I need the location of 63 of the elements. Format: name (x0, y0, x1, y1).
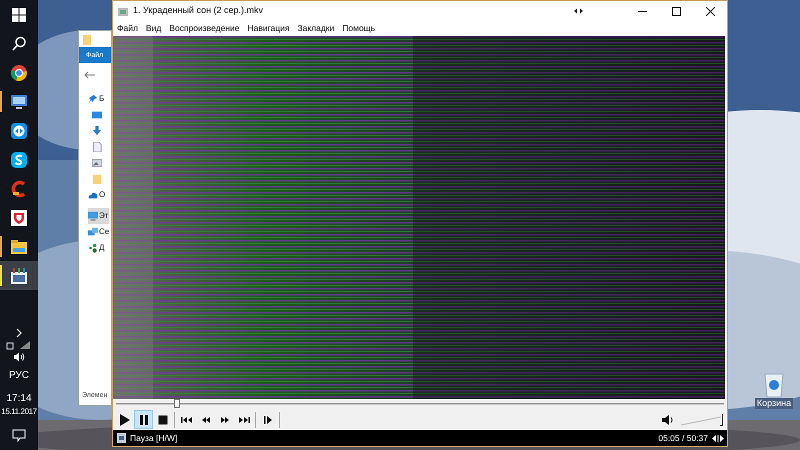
navigation-item[interactable]: Се (88, 224, 110, 240)
cleaner-icon (10, 180, 28, 198)
desktop-icon (92, 110, 102, 120)
monitor-icon (88, 211, 98, 221)
document-icon (92, 142, 102, 152)
clock-date[interactable]: 15.11.2017 (1, 407, 37, 417)
film-icon (10, 266, 28, 284)
fullscreen-icon[interactable] (712, 434, 724, 442)
homegroup-icon (88, 243, 98, 253)
folder-icon (83, 35, 91, 45)
cloud-icon (88, 190, 98, 200)
search-icon (10, 34, 28, 52)
frame-step-icon (262, 414, 274, 426)
window-title: 1. Украденный сон (2 сер.).mkv (133, 4, 264, 18)
play-icon (118, 414, 130, 426)
taskbar-button[interactable] (0, 261, 38, 290)
close-icon (706, 6, 714, 16)
minimize-icon (638, 10, 646, 12)
navigation-item[interactable]: Б (88, 91, 106, 107)
control-button[interactable] (134, 410, 153, 429)
chevron-icon[interactable] (15, 328, 23, 338)
menu-item[interactable]: Навигация (247, 24, 290, 33)
folder-icon (92, 174, 102, 184)
navigation-item[interactable]: О (88, 187, 106, 203)
clock-time[interactable]: 17:14 (6, 392, 32, 405)
menu-item[interactable]: Воспроизведение (169, 24, 240, 33)
browser-icon (10, 64, 28, 82)
shield-icon (10, 208, 28, 226)
menu-item[interactable]: Файл (117, 24, 138, 33)
navigation-item[interactable]: Эт (88, 208, 110, 224)
maximize-icon (672, 6, 680, 16)
chat-icon (10, 150, 28, 168)
menu-item[interactable]: Вид (146, 24, 162, 33)
arrows-icon (10, 122, 28, 140)
time-display: 05:05 / 50:37 (658, 432, 708, 444)
playback-status: Пауза [H/W] (130, 432, 178, 444)
image-icon (92, 158, 102, 168)
volume-handle[interactable] (720, 414, 723, 426)
menu-item[interactable]: Закладки (297, 24, 334, 33)
volume-slider[interactable] (681, 414, 723, 426)
notifications-icon[interactable] (12, 429, 26, 442)
download-icon (92, 126, 102, 136)
stop-icon (156, 414, 168, 426)
back-arrow-icon[interactable] (84, 71, 96, 79)
volume-icon[interactable] (13, 352, 25, 362)
compact-icon[interactable] (574, 8, 583, 14)
pin-icon (88, 94, 98, 104)
file-icon (117, 433, 126, 443)
pause-icon (138, 414, 150, 426)
windows-icon (10, 6, 28, 24)
film-icon (118, 6, 128, 16)
recycle-bin-icon[interactable] (763, 372, 785, 398)
monitor-icon (10, 92, 28, 110)
volume-icon[interactable] (661, 414, 675, 426)
menu-item[interactable]: Помощь (342, 24, 376, 33)
seek-handle[interactable] (174, 399, 180, 408)
folder-icon (10, 238, 28, 256)
language-indicator[interactable]: РУС (8, 370, 30, 382)
network-icon (88, 227, 98, 237)
desktop-icon-label[interactable]: Корзина (754, 398, 794, 410)
navigation-item[interactable]: Д (88, 240, 106, 256)
network-icon[interactable] (6, 340, 32, 350)
navigation-item[interactable] (92, 139, 103, 155)
